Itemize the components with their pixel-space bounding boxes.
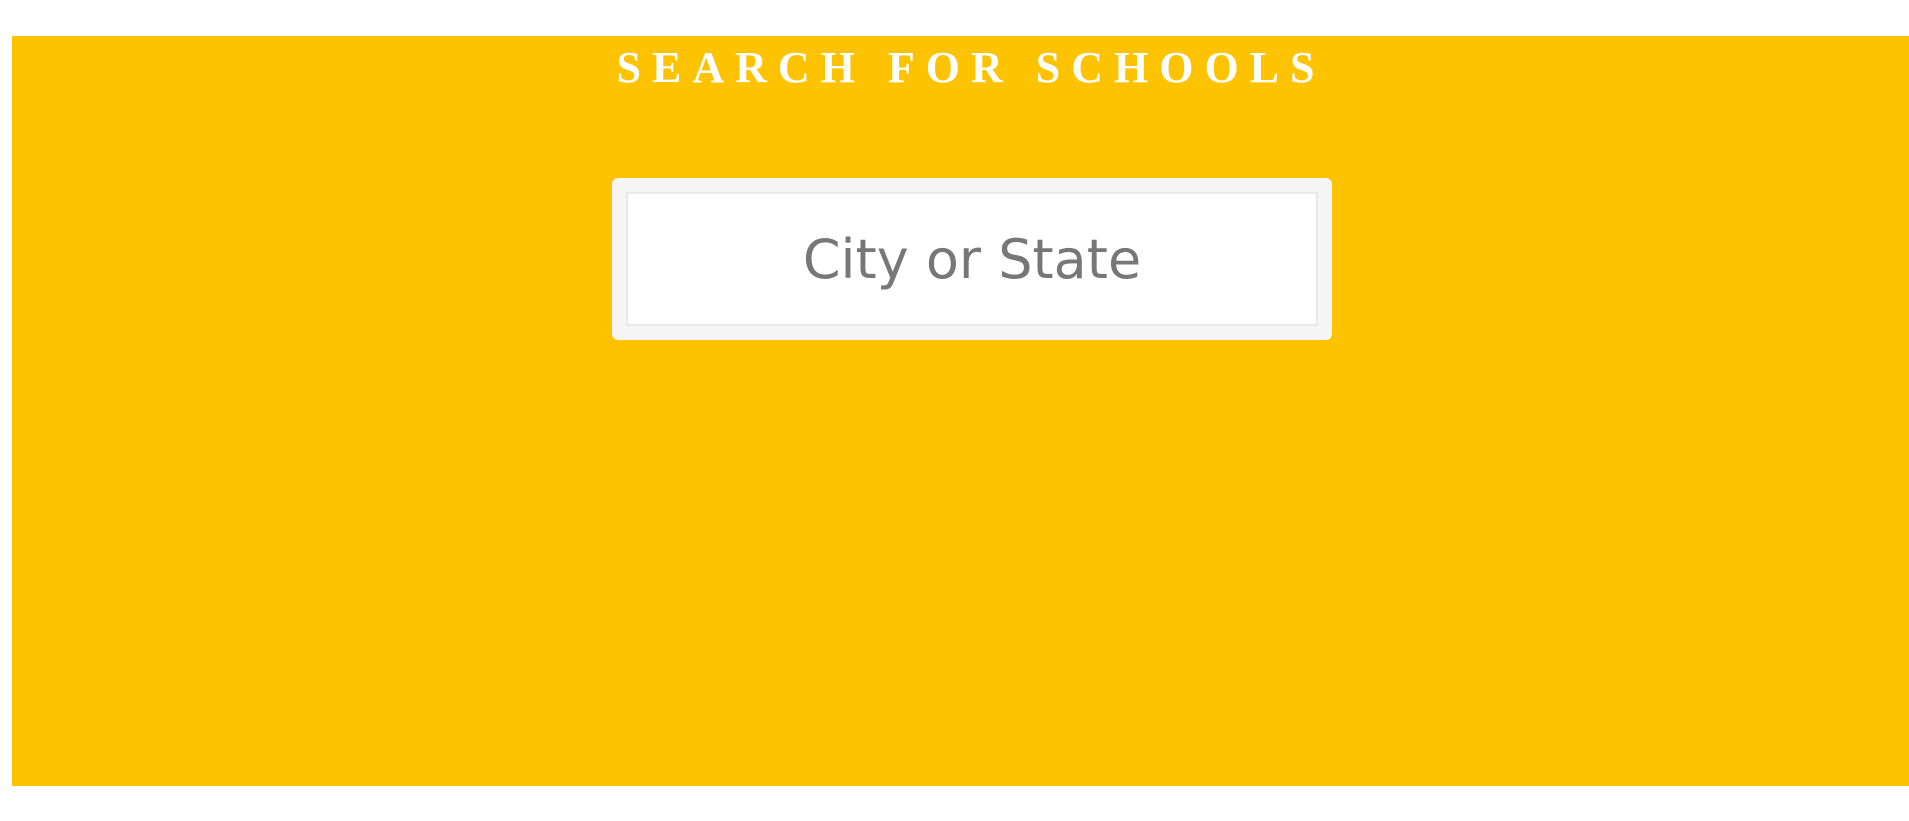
search-box bbox=[612, 178, 1332, 340]
search-hero-section: SEARCH FOR SCHOOLS bbox=[12, 36, 1909, 786]
page-title: SEARCH FOR SCHOOLS bbox=[616, 43, 1326, 92]
search-input[interactable] bbox=[626, 192, 1318, 326]
